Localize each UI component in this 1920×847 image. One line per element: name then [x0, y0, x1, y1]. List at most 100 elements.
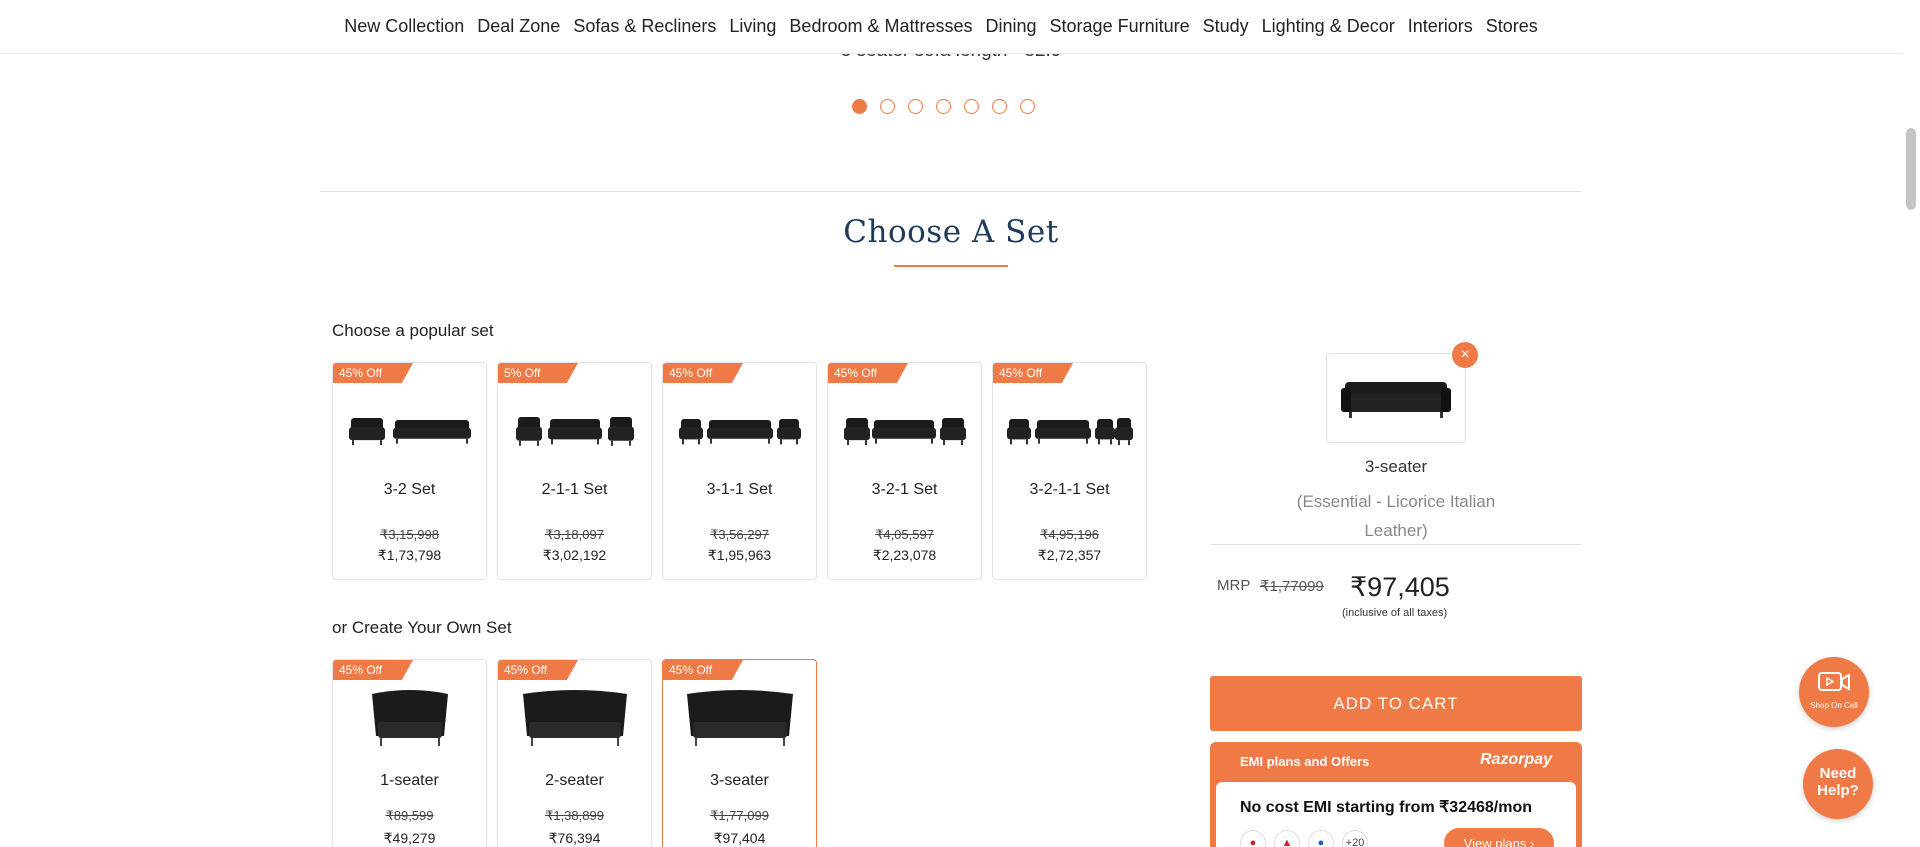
set-price: ₹1,95,963	[707, 547, 772, 563]
set-name: 1-seater	[380, 772, 439, 789]
selected-item-description: (Essential - Licorice Italian Leather)	[1296, 492, 1496, 540]
bank-icon: ●	[1308, 830, 1334, 847]
discount-badge: 45% Off	[663, 660, 743, 680]
set-card[interactable]: 45% Off 3-2-1-1 Set ₹4,95,196 ₹2,72,357	[992, 362, 1147, 580]
discount-badge: 45% Off	[663, 363, 743, 383]
selected-item-thumbnail	[1326, 353, 1466, 443]
set-card[interactable]: 5% Off 2-1-1 Set ₹3,18,097 ₹3,02,192	[497, 362, 652, 580]
more-banks-count: +20	[1342, 830, 1368, 847]
set-card[interactable]: 45% Off 3-2 Set ₹3,15,998 ₹1,73,798	[332, 362, 487, 580]
set-mrp: ₹89,599	[385, 808, 434, 823]
section-divider	[320, 191, 1582, 192]
set-price: ₹76,394	[548, 830, 601, 846]
nav-item[interactable]: Deal Zone	[471, 16, 567, 37]
nav-item[interactable]: Bedroom & Mattresses	[783, 16, 979, 37]
set-mrp: ₹1,77,099	[710, 808, 769, 823]
nav-item[interactable]: New Collection	[338, 16, 471, 37]
nav-item[interactable]: Stores	[1479, 16, 1544, 37]
need-help-button[interactable]: Need Help?	[1803, 749, 1873, 819]
sofa-set-3-2-icon	[348, 418, 471, 446]
view-plans-button[interactable]: View plans ›	[1444, 828, 1554, 847]
set-card[interactable]: 45% Off 3-2-1 Set ₹4,05,597 ₹2,23,078	[827, 362, 982, 580]
carousel-dots	[852, 99, 1035, 114]
bank-icons: ● ▲ ● +20	[1240, 830, 1368, 847]
top-navigation: New Collection Deal Zone Sofas & Recliners…	[0, 0, 1902, 54]
set-card[interactable]: 45% Off 3-seater ₹1,77,099 ₹97,404	[662, 659, 817, 847]
scrollbar-thumb[interactable]	[1906, 128, 1916, 210]
sofa-3-seater-icon	[1341, 382, 1451, 418]
discount-badge: 5% Off	[498, 363, 578, 383]
scrollbar[interactable]	[1902, 0, 1920, 847]
video-call-icon	[1818, 672, 1850, 691]
sofa-set-2-1-1-icon	[515, 417, 634, 446]
mrp-label: MRP	[1217, 577, 1251, 594]
tax-note: (inclusive of all taxes)	[1342, 607, 1448, 619]
set-mrp: ₹3,18,097	[545, 527, 604, 542]
bank-icon: ▲	[1274, 830, 1300, 847]
set-image	[498, 401, 651, 461]
carousel-dot[interactable]	[992, 99, 1007, 114]
emi-offers-panel: EMI plans and Offers Razorpay No cost EM…	[1210, 742, 1582, 847]
selling-price: ₹97,405	[1350, 572, 1450, 602]
sofa-set-3-1-1-icon	[678, 419, 801, 445]
popular-set-heading: Choose a popular set	[332, 321, 494, 340]
nav-item[interactable]: Living	[723, 16, 783, 37]
set-name: 3-seater	[710, 772, 769, 789]
nav-item[interactable]: Dining	[979, 16, 1043, 37]
set-name: 3-2 Set	[383, 481, 436, 498]
set-image	[828, 401, 981, 461]
add-to-cart-button[interactable]: ADD TO CART	[1210, 676, 1582, 731]
set-mrp: ₹1,38,899	[545, 808, 604, 823]
carousel-dot[interactable]	[964, 99, 979, 114]
set-mrp: ₹4,95,196	[1040, 527, 1099, 542]
nav-item[interactable]: Interiors	[1401, 16, 1479, 37]
carousel-dot[interactable]	[936, 99, 951, 114]
emi-text: No cost EMI starting from ₹32468/mon	[1240, 799, 1533, 816]
shop-on-call-label: Shop On Call	[1810, 701, 1858, 710]
emi-box: No cost EMI starting from ₹32468/mon ● ▲…	[1216, 782, 1576, 847]
set-card[interactable]: 45% Off 3-1-1 Set ₹3,56,297 ₹1,95,963	[662, 362, 817, 580]
nav-item[interactable]: Storage Furniture	[1043, 16, 1196, 37]
mrp-value: ₹1,77099	[1260, 578, 1324, 595]
sofa-set-3-2-1-1-icon	[1006, 418, 1133, 446]
set-mrp: ₹4,05,597	[875, 527, 934, 542]
sofa-3-seater-icon	[686, 690, 793, 746]
set-image	[663, 401, 816, 461]
remove-item-button[interactable]: ×	[1452, 342, 1478, 368]
set-price: ₹3,02,192	[542, 547, 607, 563]
set-price: ₹2,72,357	[1037, 547, 1102, 563]
sofa-2-seater-icon	[522, 690, 627, 746]
nav-item[interactable]: Sofas & Recliners	[567, 16, 723, 37]
set-card[interactable]: 45% Off 1-seater ₹89,599 ₹49,279	[332, 659, 487, 847]
title-underline	[894, 265, 1008, 267]
shop-on-call-button[interactable]: Shop On Call	[1799, 657, 1869, 727]
summary-divider	[1210, 544, 1582, 545]
set-name: 3-2-1 Set	[871, 481, 938, 498]
set-mrp: ₹3,15,998	[380, 527, 439, 542]
nav-item[interactable]: Study	[1196, 16, 1255, 37]
discount-badge: 45% Off	[828, 363, 908, 383]
carousel-dot[interactable]	[852, 99, 867, 114]
nav-item[interactable]: Lighting & Decor	[1255, 16, 1401, 37]
section-title: Choose A Set	[843, 214, 1059, 250]
carousel-dot[interactable]	[1020, 99, 1035, 114]
set-image	[993, 401, 1146, 461]
set-name: 3-1-1 Set	[706, 481, 773, 498]
set-image	[663, 686, 816, 756]
emi-title: EMI plans and Offers	[1240, 754, 1370, 769]
discount-badge: 45% Off	[333, 660, 413, 680]
discount-badge: 45% Off	[333, 363, 413, 383]
set-card[interactable]: 45% Off 2-seater ₹1,38,899 ₹76,394	[497, 659, 652, 847]
set-image	[498, 686, 651, 756]
set-image	[333, 401, 486, 461]
discount-badge: 45% Off	[498, 660, 578, 680]
carousel-dot[interactable]	[908, 99, 923, 114]
own-set-heading: or Create Your Own Set	[332, 618, 512, 637]
set-mrp: ₹3,56,297	[710, 527, 769, 542]
set-price: ₹2,23,078	[872, 547, 937, 563]
set-price: ₹49,279	[383, 830, 436, 846]
set-price: ₹97,404	[713, 830, 766, 846]
carousel-dot[interactable]	[880, 99, 895, 114]
nav-list: New Collection Deal Zone Sofas & Recliners…	[338, 16, 1545, 37]
armchair-icon	[371, 690, 448, 746]
